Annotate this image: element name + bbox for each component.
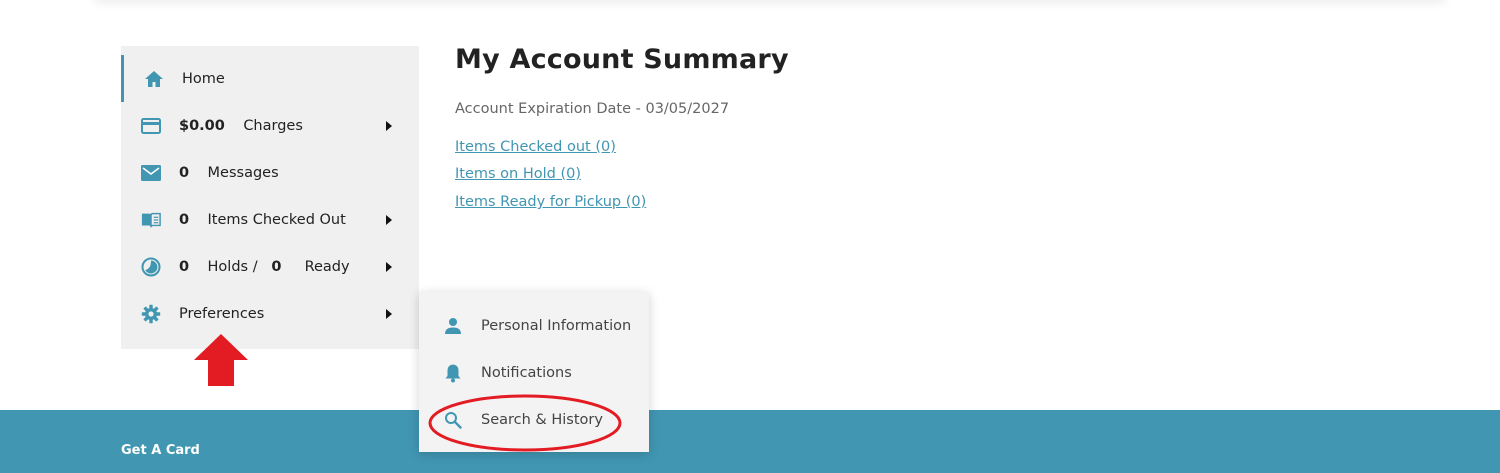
messages-count: 0 [179, 164, 190, 181]
annotation-arrow-icon [194, 334, 248, 386]
sidebar-item-label: Preferences [179, 305, 265, 322]
holds-count: 0 [179, 258, 190, 275]
holds-label: Holds / [207, 258, 258, 275]
get-a-card-link[interactable]: Get A Card [121, 443, 200, 458]
caret-right-icon [386, 308, 392, 319]
home-icon [144, 69, 164, 89]
envelope-icon [141, 163, 161, 183]
account-sidebar: Home $0.00 Charges 0 Messages 0 Items Ch… [121, 46, 419, 349]
ready-count: 0 [271, 258, 282, 275]
credit-card-icon [141, 116, 161, 136]
bell-icon [443, 363, 463, 383]
book-icon [141, 210, 161, 230]
menu-item-label: Notifications [481, 364, 572, 381]
charges-amount: $0.00 [179, 117, 225, 134]
checked-out-count: 0 [179, 211, 190, 228]
items-on-hold-link[interactable]: Items on Hold (0) [455, 166, 581, 182]
caret-right-icon [386, 120, 392, 131]
menu-item-notifications[interactable]: Notifications [419, 349, 649, 396]
sidebar-item-home[interactable]: Home [121, 55, 419, 102]
gear-icon [141, 304, 161, 324]
sidebar-item-label: Home [182, 70, 225, 87]
menu-item-personal-information[interactable]: Personal Information [419, 302, 649, 349]
caret-right-icon [386, 214, 392, 225]
sidebar-item-label: Items Checked Out [207, 211, 346, 228]
holds-icon [141, 257, 161, 277]
sidebar-item-label: Charges [243, 117, 303, 134]
page-title: My Account Summary [455, 44, 789, 75]
site-footer: Get A Card [0, 410, 1500, 473]
items-ready-for-pickup-link[interactable]: Items Ready for Pickup (0) [455, 194, 646, 210]
sidebar-item-preferences[interactable]: Preferences [121, 290, 419, 337]
menu-item-label: Personal Information [481, 317, 632, 334]
sidebar-item-label: Messages [207, 164, 279, 181]
account-expiration-date: Account Expiration Date - 03/05/2027 [455, 101, 730, 117]
ready-label: Ready [304, 258, 350, 275]
sidebar-item-charges[interactable]: $0.00 Charges [121, 102, 419, 149]
sidebar-item-checked-out[interactable]: 0 Items Checked Out [121, 196, 419, 243]
annotation-highlight-ellipse [428, 394, 622, 452]
items-checked-out-link[interactable]: Items Checked out (0) [455, 139, 616, 155]
sidebar-item-holds[interactable]: 0 Holds / 0 Ready [121, 243, 419, 290]
person-icon [443, 316, 463, 336]
caret-right-icon [386, 261, 392, 272]
sidebar-item-messages[interactable]: 0 Messages [121, 149, 419, 196]
